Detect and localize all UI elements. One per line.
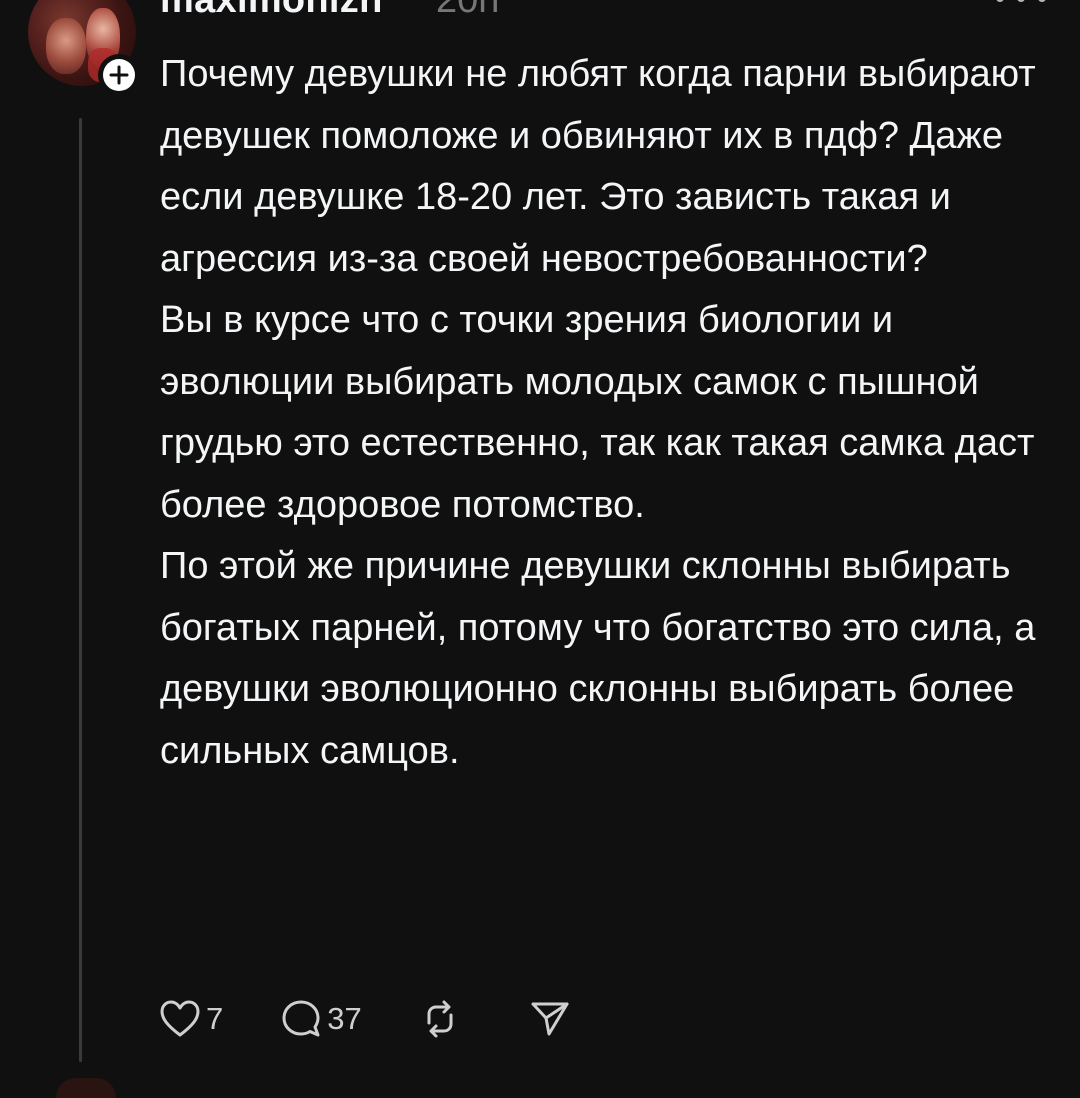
send-icon [531,1002,569,1036]
post-text: Почему девушки не любят когда парни выби… [160,53,1036,772]
next-post-avatar[interactable] [56,1078,116,1098]
username[interactable]: maximonizh [160,0,383,22]
like-button[interactable]: 7 [160,1000,223,1038]
post-actions: 7 37 [160,994,570,1044]
plus-icon [109,65,129,85]
reply-button[interactable]: 37 [281,999,362,1039]
repost-button[interactable] [420,999,460,1039]
post-timestamp: 20h [436,0,500,21]
more-options-button[interactable] [996,0,1046,10]
repost-icon [427,1000,453,1038]
reply-count: 37 [327,1001,362,1036]
more-icon-dot [1038,0,1046,2]
speech-bubble-icon [282,1000,320,1037]
thread-post: maximonizh 20h Почему девушки не любят к… [0,0,1080,1098]
heart-icon [160,1000,200,1037]
more-icon-dot [996,0,1004,2]
avatar-figure-left [46,18,86,74]
thread-line [79,118,82,1062]
like-count: 7 [206,1001,224,1036]
follow-badge-circle [103,59,135,91]
follow-button[interactable] [98,54,140,96]
share-button[interactable] [530,999,570,1039]
more-icon-dot [1017,0,1025,2]
